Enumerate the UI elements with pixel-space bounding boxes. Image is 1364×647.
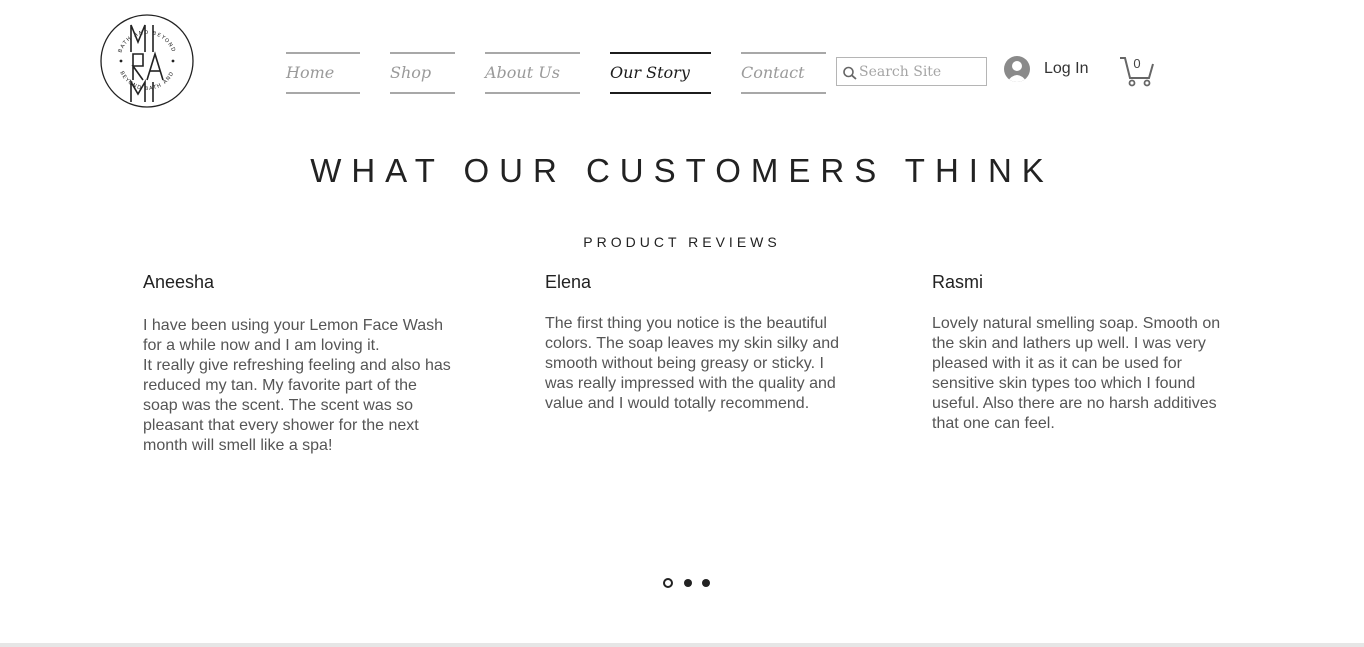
review-card: Elena The first thing you notice is the … [545,270,847,414]
page-title: WHAT OUR CUSTOMERS THINK [310,152,1054,189]
reviewer-name: Elena [545,272,592,292]
search-box[interactable] [836,57,987,86]
svg-text:BATH AND BEYOND: BATH AND BEYOND [117,30,176,54]
reviewer-name: Rasmi [932,272,984,292]
review-text: I have been using your Lemon Face Wash f… [143,317,451,454]
cart-button[interactable]: 0 [1119,54,1155,88]
nav-our-story[interactable]: Our Story [610,52,711,94]
review-text: Lovely natural smelling soap. Smooth on … [932,315,1221,432]
review-text: The first thing you notice is the beauti… [545,315,840,412]
nav-contact[interactable]: Contact [741,52,826,94]
user-avatar-icon [1004,56,1030,82]
slide-dot-1[interactable] [663,578,673,588]
cart-count: 0 [1133,56,1141,71]
logo-arc-bottom: BEYOND BATH AND [118,70,174,92]
nav-about-us[interactable]: About Us [485,52,580,94]
reviewer-name: Aneesha [143,272,215,292]
login-label: Log In [1044,60,1089,77]
slide-dot-3[interactable] [702,579,710,587]
section-subtitle: PRODUCT REVIEWS [583,234,781,250]
footer-divider [0,643,1364,647]
search-icon [843,66,857,80]
nav-home[interactable]: Home [286,52,360,94]
svg-text:BEYOND BATH AND: BEYOND BATH AND [118,70,175,92]
logo-arc-top: BATH AND BEYOND [117,30,175,54]
brand-logo[interactable]: BATH AND BEYOND BEYOND BATH AND [100,14,194,108]
search-input[interactable] [859,61,983,83]
review-card: Aneesha I have been using your Lemon Fac… [143,270,455,456]
nav-shop[interactable]: Shop [390,52,455,94]
slide-dot-2[interactable] [684,579,692,587]
review-card: Rasmi Lovely natural smelling soap. Smoo… [932,270,1228,434]
